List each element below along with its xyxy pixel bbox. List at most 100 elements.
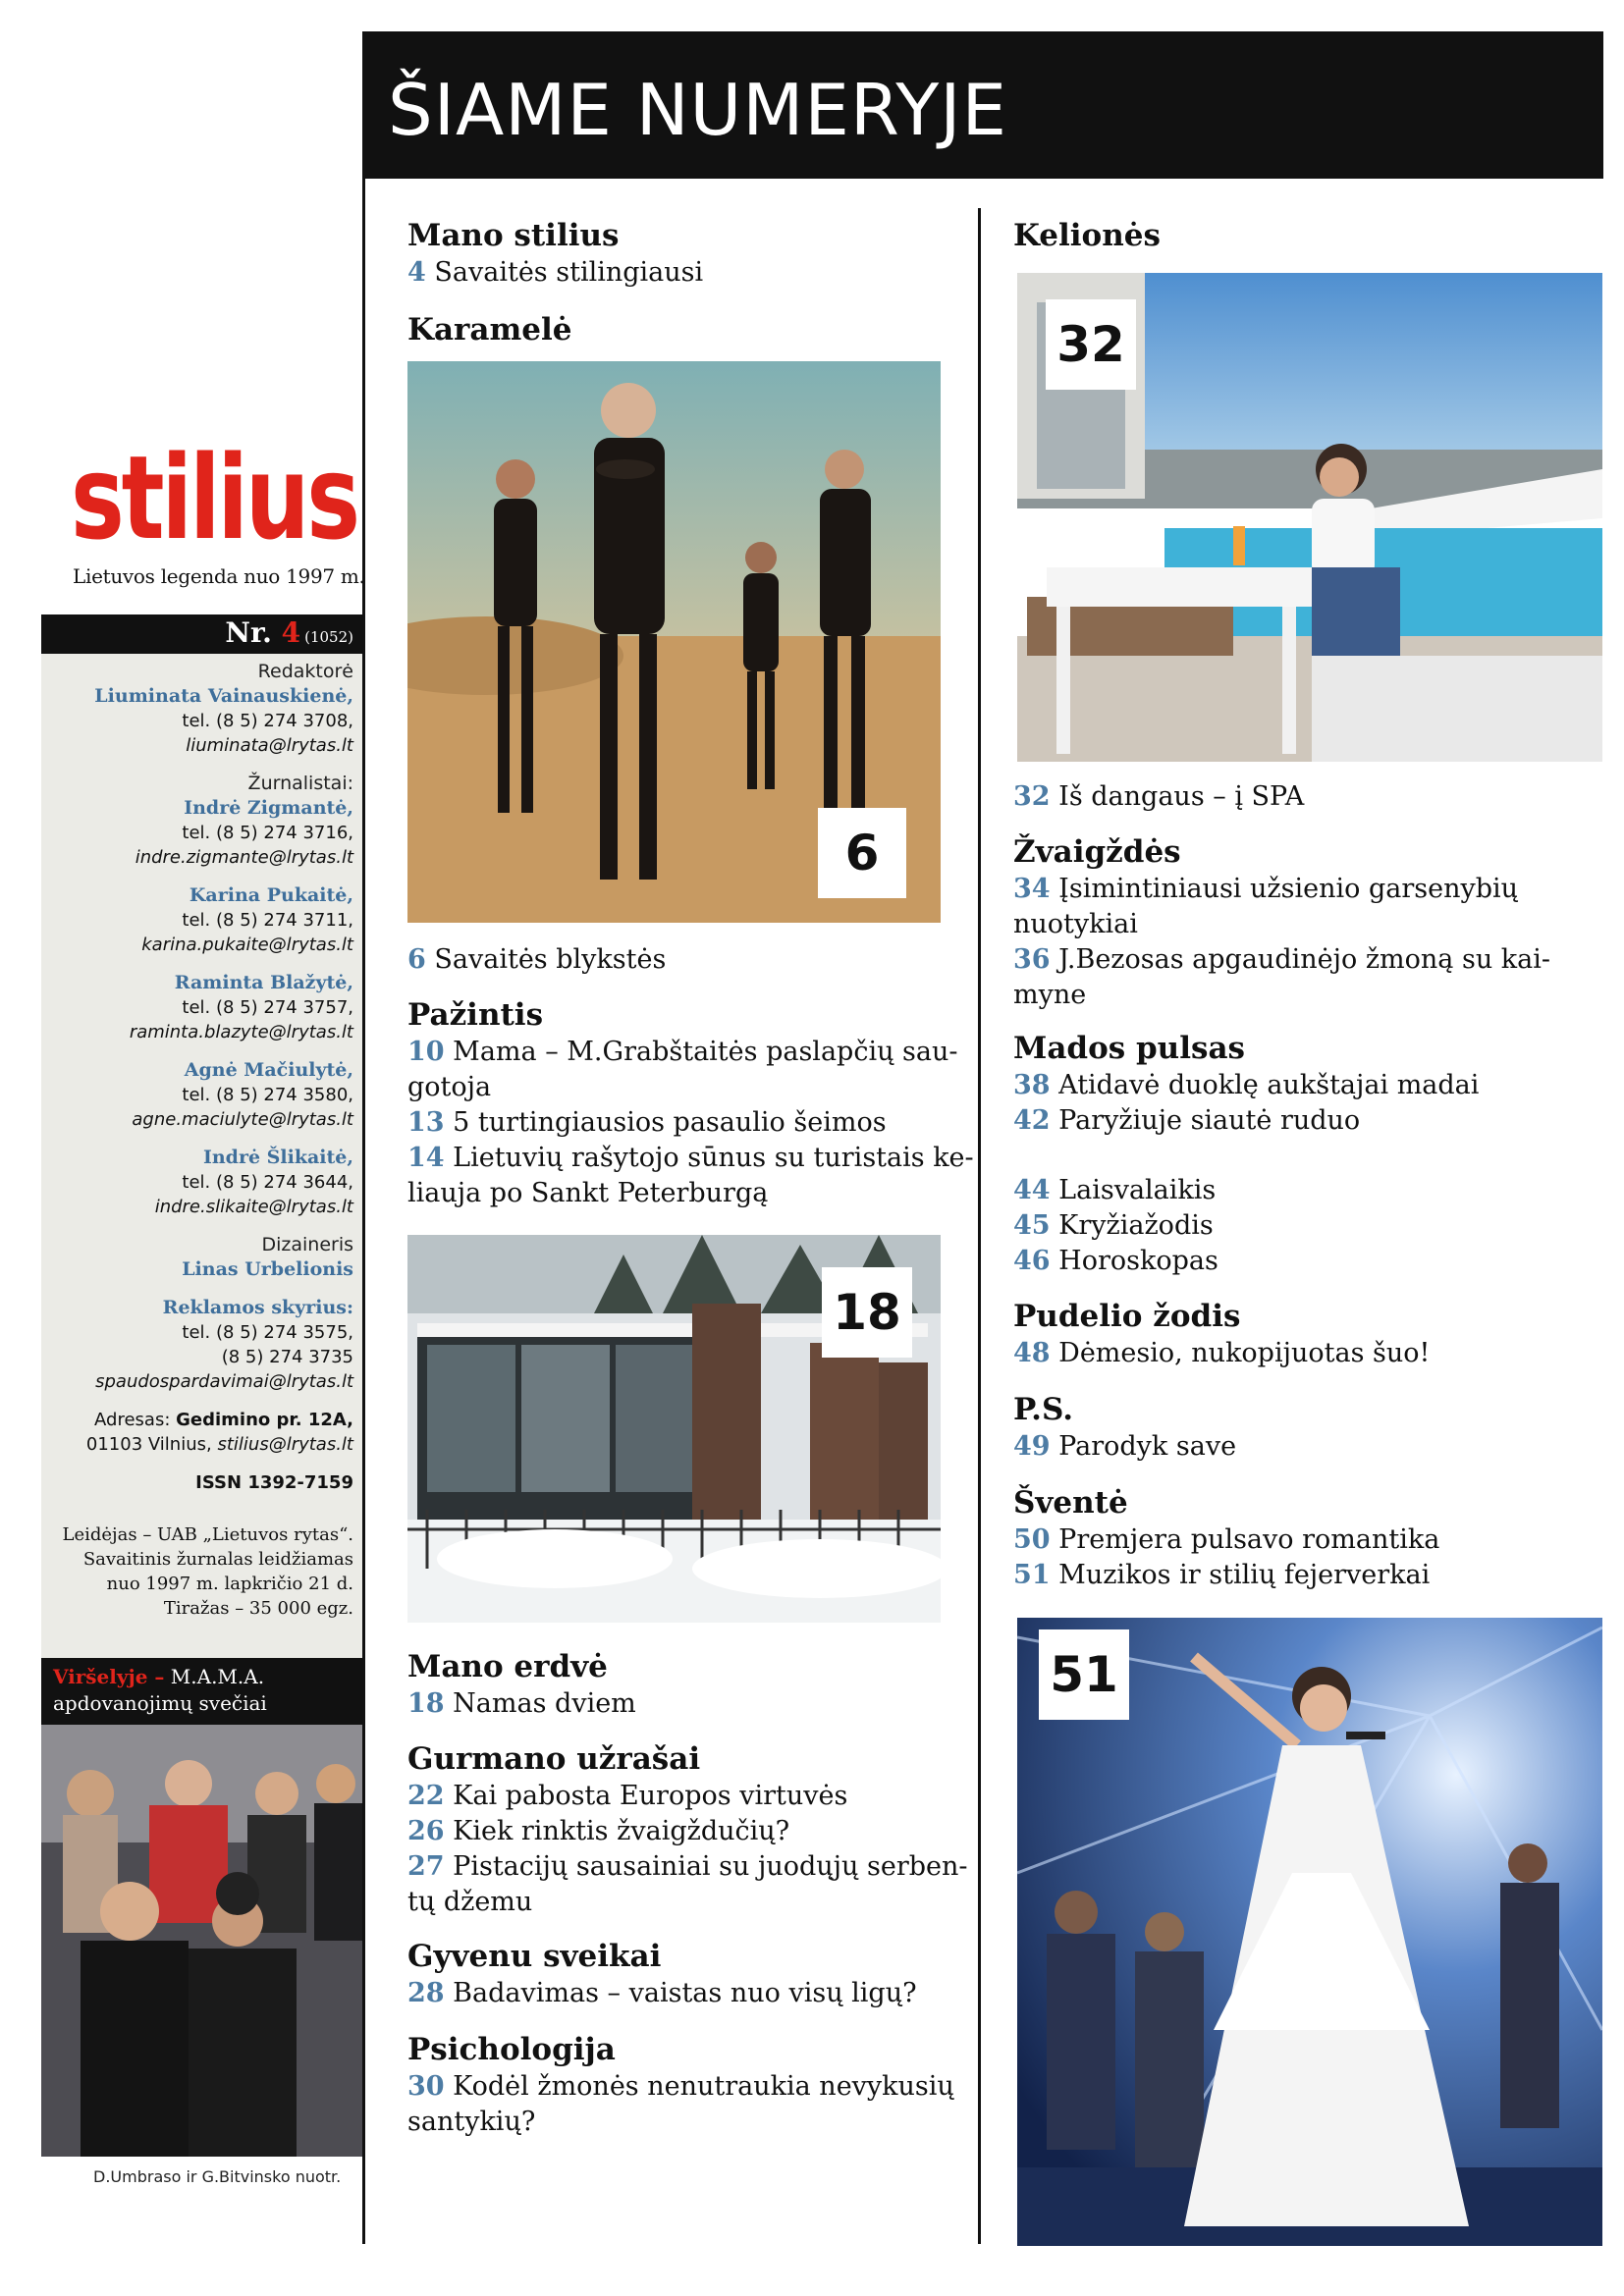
toc-item-cont[interactable]: myne: [1013, 978, 1550, 1013]
toc-list: 44 Laisvalaikis 45 Kryžiažodis 46 Horosk…: [1013, 1173, 1218, 1279]
page-number: 28: [407, 1978, 445, 2008]
toc-item[interactable]: 14 Lietuvių rašytojo sūnus su turistais …: [407, 1141, 974, 1176]
page-number: 34: [1013, 874, 1051, 904]
toc-item[interactable]: 27 Pistacijų sausainiai su juodųjų serbe…: [407, 1849, 968, 1885]
toc-item[interactable]: 42 Paryžiuje siautė ruduo: [1013, 1103, 1479, 1139]
staff-box: Redaktorė Liuminata Vainauskienė, tel. (…: [41, 654, 363, 1658]
section-title: Kelionės: [1013, 218, 1161, 253]
toc-item-text: Pistacijų sausainiai su juodųjų serben-: [453, 1851, 968, 1882]
toc-list: 34 Įsimintiniausi užsienio garsenybių nu…: [1013, 872, 1550, 1013]
page-number: 18: [407, 1688, 445, 1719]
toc-item[interactable]: 13 5 turtingiausios pasaulio šeimos: [407, 1105, 974, 1141]
address-email[interactable]: stilius@lrytas.lt: [217, 1434, 353, 1455]
toc-item[interactable]: 18 Namas dviem: [407, 1686, 636, 1722]
toc-item-cont[interactable]: santykių?: [407, 2105, 954, 2140]
page-number: 14: [407, 1143, 445, 1173]
page-badge: 32: [1046, 299, 1136, 390]
designer-role: Dizaineris: [261, 1234, 353, 1255]
toc-item-cont[interactable]: nuotykiai: [1013, 907, 1550, 942]
toc-item-text: Badavimas – vaistas nuo visų ligų?: [453, 1978, 917, 2008]
toc-item-text: Kryžiažodis: [1058, 1210, 1214, 1241]
toc-item-cont[interactable]: tų džemu: [407, 1885, 968, 1920]
journalist-email[interactable]: karina.pukaite@lrytas.lt: [63, 933, 353, 957]
karamele-photo[interactable]: 6: [407, 361, 941, 923]
page-number: 10: [407, 1037, 445, 1067]
toc-item-text: Savaitės blykstės: [434, 944, 667, 975]
journalist-name: Karina Pukaitė,: [189, 884, 353, 906]
toc-item[interactable]: 36 J.Bezosas apgaudinėjo žmoną su kai-: [1013, 942, 1550, 978]
toc-item[interactable]: 32 Iš dangaus – į SPA: [1013, 779, 1304, 815]
toc-item[interactable]: 4 Savaitės stilingiausi: [407, 255, 703, 291]
page-number: 4: [407, 257, 426, 288]
toc-item-text: Kai pabosta Europos virtuvės: [453, 1781, 848, 1811]
page-title: ŠIAME NUMERYJE: [388, 69, 1007, 151]
page-badge: 6: [818, 808, 906, 898]
stilius-logo: stilius: [71, 440, 360, 569]
toc-list: 50 Premjera pulsavo romantika 51 Muzikos…: [1013, 1522, 1439, 1593]
sidebar-divider: [362, 172, 365, 2244]
section-title: Karamelė: [407, 312, 572, 347]
journalist-email[interactable]: indre.slikaite@lrytas.lt: [63, 1195, 353, 1219]
toc-item-text: Mama – M.Grabštaitės paslapčių sau-: [453, 1037, 958, 1067]
page-number: 46: [1013, 1246, 1051, 1276]
cover-title: M.A.M.A.: [170, 1665, 265, 1688]
toc-item[interactable]: 45 Kryžiažodis: [1013, 1208, 1218, 1244]
ads-email[interactable]: spaudospardavimai@lrytas.lt: [63, 1369, 353, 1394]
cover-photo[interactable]: [41, 1725, 363, 2157]
page-number: 49: [1013, 1431, 1051, 1462]
toc-list: 22 Kai pabosta Europos virtuvės 26 Kiek …: [407, 1779, 968, 1920]
publisher-line: Savaitinis žurnalas leidžiamas: [82, 1549, 353, 1570]
ads-role: Reklamos skyrius:: [162, 1297, 353, 1318]
journalist-email[interactable]: agne.maciulyte@lrytas.lt: [63, 1107, 353, 1132]
issn: ISSN 1392-7159: [195, 1472, 353, 1493]
toc-item-text: Lietuvių rašytojo sūnus su turistais ke-: [453, 1143, 974, 1173]
toc-item[interactable]: 6 Savaitės blykstės: [407, 942, 666, 978]
toc-list: 30 Kodėl žmonės nenutraukia nevykusių sa…: [407, 2069, 954, 2140]
journalist-email[interactable]: raminta.blazyte@lrytas.lt: [63, 1020, 353, 1044]
section-title: Žvaigždės: [1013, 834, 1181, 870]
toc-item[interactable]: 34 Įsimintiniausi užsienio garsenybių: [1013, 872, 1550, 907]
address-label: Adresas:: [94, 1410, 171, 1430]
toc-item[interactable]: 22 Kai pabosta Europos virtuvės: [407, 1779, 968, 1814]
toc-item[interactable]: 48 Dėmesio, nukopijuotas šuo!: [1013, 1336, 1430, 1371]
toc-item-cont[interactable]: gotoja: [407, 1070, 974, 1105]
house-photo[interactable]: 18: [407, 1235, 941, 1623]
toc-item[interactable]: 49 Parodyk save: [1013, 1429, 1236, 1465]
toc-item[interactable]: 46 Horoskopas: [1013, 1244, 1218, 1279]
toc-item-text: Kiek rinktis žvaigždučių?: [453, 1816, 790, 1846]
toc-item[interactable]: 38 Atidavė duoklę aukštajai madai: [1013, 1068, 1479, 1103]
section-title: Mano erdvė: [407, 1649, 608, 1684]
toc-item[interactable]: 10 Mama – M.Grabštaitės paslapčių sau-: [407, 1035, 974, 1070]
toc-item-text: tų džemu: [407, 1887, 533, 1917]
toc-item[interactable]: 28 Badavimas – vaistas nuo visų ligų?: [407, 1976, 917, 2011]
toc-item-cont[interactable]: liauja po Sankt Peterburgą: [407, 1176, 974, 1211]
section-title: Mano stilius: [407, 218, 620, 253]
designer-name: Linas Urbelionis: [182, 1258, 353, 1280]
journalist-email[interactable]: indre.zigmante@lrytas.lt: [63, 845, 353, 870]
toc-item-text: Įsimintiniausi užsienio garsenybių: [1058, 874, 1519, 904]
editor-name: Liuminata Vainauskienė,: [94, 685, 353, 707]
toc-item-text: Laisvalaikis: [1058, 1175, 1217, 1205]
keliones-photo[interactable]: 32: [1017, 273, 1602, 762]
toc-item[interactable]: 51 Muzikos ir stilių fejerverkai: [1013, 1558, 1439, 1593]
section-title: Šventė: [1013, 1485, 1128, 1521]
page-badge: 18: [822, 1267, 912, 1358]
editor-email[interactable]: liuminata@lrytas.lt: [63, 733, 353, 758]
issue-number: 4: [281, 616, 301, 649]
toc-item-text: J.Bezosas apgaudinėjo žmoną su kai-: [1058, 944, 1551, 975]
toc-item-text: Premjera pulsavo romantika: [1058, 1524, 1440, 1555]
toc-item-text: Muzikos ir stilių fejerverkai: [1058, 1560, 1431, 1590]
publisher-line: Leidėjas – UAB „Lietuvos rytas“.: [62, 1524, 353, 1545]
toc-item[interactable]: 30 Kodėl žmonės nenutraukia nevykusių: [407, 2069, 954, 2105]
svente-photo[interactable]: 51: [1017, 1618, 1602, 2246]
toc-item[interactable]: 50 Premjera pulsavo romantika: [1013, 1522, 1439, 1558]
page-number: 51: [1013, 1560, 1051, 1590]
toc-item-text: Iš dangaus – į SPA: [1058, 781, 1305, 812]
address-city: 01103 Vilnius,: [85, 1434, 212, 1455]
cover-title-2: apdovanojimų svečiai: [53, 1691, 267, 1715]
toc-item-text: Parodyk save: [1058, 1431, 1237, 1462]
toc-item[interactable]: 44 Laisvalaikis: [1013, 1173, 1218, 1208]
editor-tel: tel. (8 5) 274 3708,: [182, 711, 353, 731]
toc-item[interactable]: 26 Kiek rinktis žvaigždučių?: [407, 1814, 968, 1849]
section-title: Mados pulsas: [1013, 1031, 1245, 1066]
